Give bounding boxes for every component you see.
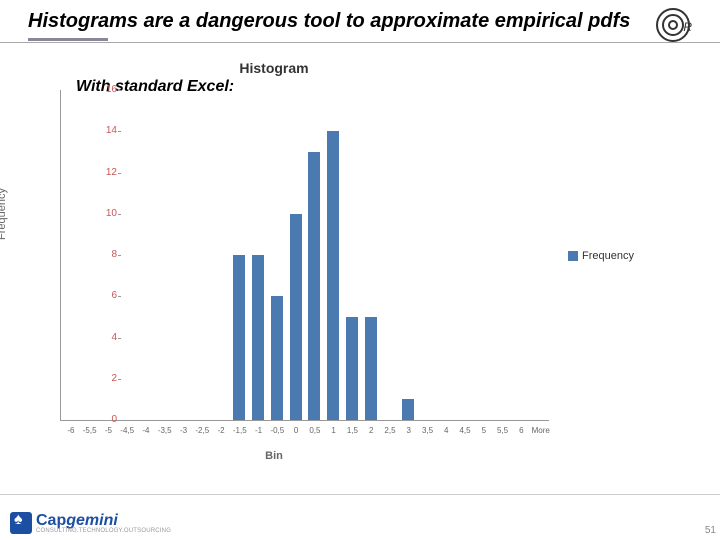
x-tick-label: 2,5 (381, 426, 398, 435)
x-tick-label: 6 (513, 426, 530, 435)
plot-area: 0246810121416-6-5,5-5-4,5-4-3,5-3-2,5-2-… (60, 90, 549, 421)
x-tick-label: 5 (475, 426, 492, 435)
x-tick-label: -6 (62, 426, 79, 435)
slide-title: Histograms are a dangerous tool to appro… (28, 10, 630, 33)
x-tick-label: More (532, 426, 549, 435)
y-tick-label: 16 (91, 85, 117, 95)
x-tick-label: 2 (363, 426, 380, 435)
y-tick-label: 2 (91, 374, 117, 384)
x-tick-label: 4 (438, 426, 455, 435)
histogram-bar (233, 255, 245, 420)
histogram-bar (308, 152, 320, 420)
x-tick-label: 3,5 (419, 426, 436, 435)
legend: Frequency (568, 250, 634, 262)
histogram-bar (365, 317, 377, 420)
title-rule (0, 42, 720, 43)
x-tick-label: 0,5 (306, 426, 323, 435)
footer-logo: Capgemini CONSULTING.TECHNOLOGY.OUTSOURC… (10, 512, 171, 534)
legend-swatch (568, 251, 578, 261)
footer-rule (0, 494, 720, 495)
x-tick-label: 4,5 (457, 426, 474, 435)
title-underline (28, 38, 108, 41)
histogram-bar (346, 317, 358, 420)
histogram-bar (290, 214, 302, 420)
y-tick-label: 6 (91, 291, 117, 301)
y-tick-label: 0 (91, 415, 117, 425)
y-tick-label: 14 (91, 126, 117, 136)
histogram-bar (252, 255, 264, 420)
x-tick-label: -5,5 (81, 426, 98, 435)
page-number: 51 (705, 525, 716, 536)
x-tick-label: -1 (250, 426, 267, 435)
y-tick-label: 4 (91, 333, 117, 343)
x-tick-label: 1,5 (344, 426, 361, 435)
spade-icon (10, 512, 32, 534)
x-tick-label: 0 (288, 426, 305, 435)
x-tick-label: -0,5 (269, 426, 286, 435)
brand-tagline: CONSULTING.TECHNOLOGY.OUTSOURCING (36, 528, 171, 534)
x-tick-label: -4 (137, 426, 154, 435)
x-tick-label: -2,5 (194, 426, 211, 435)
y-tick-label: 10 (91, 209, 117, 219)
x-tick-label: -5 (100, 426, 117, 435)
histogram-bar (271, 296, 283, 420)
x-tick-label: -4,5 (119, 426, 136, 435)
slide: Histograms are a dangerous tool to appro… (0, 0, 720, 540)
y-axis-label: Frequency (0, 188, 8, 240)
histogram-bar (327, 131, 339, 420)
x-tick-label: -2 (213, 426, 230, 435)
x-tick-label: -1,5 (231, 426, 248, 435)
x-tick-label: 5,5 (494, 426, 511, 435)
x-tick-label: 1 (325, 426, 342, 435)
x-tick-label: -3,5 (156, 426, 173, 435)
y-tick-label: 8 (91, 250, 117, 260)
corner-label: R (683, 20, 692, 34)
x-tick-label: 3 (400, 426, 417, 435)
chart-title: Histogram (0, 60, 548, 76)
x-tick-label: -3 (175, 426, 192, 435)
legend-label: Frequency (582, 250, 634, 262)
histogram-bar (402, 399, 414, 420)
x-axis-label: Bin (0, 450, 548, 462)
y-tick-label: 12 (91, 168, 117, 178)
